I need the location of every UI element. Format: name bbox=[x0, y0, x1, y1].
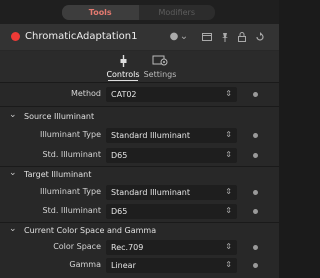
keyframe-dot[interactable] bbox=[253, 190, 258, 195]
keyframe-dot[interactable] bbox=[253, 153, 258, 158]
updown-arrows-icon: ⇕ bbox=[225, 89, 232, 98]
chevron-down-icon: ⌄ bbox=[9, 224, 17, 234]
updown-arrows-icon: ⇕ bbox=[225, 130, 232, 139]
divider bbox=[0, 106, 279, 107]
node-header[interactable]: ChromaticAdaptation1 ● ⌄ bbox=[0, 24, 279, 50]
window-icon[interactable] bbox=[201, 31, 213, 43]
section-source-illuminant[interactable]: ⌄ Source Illuminant bbox=[0, 109, 279, 126]
source-std-select[interactable]: D65 ⇕ bbox=[106, 148, 237, 163]
lock-icon[interactable] bbox=[236, 31, 248, 43]
gamma-row: Gamma Linear ⇕ bbox=[0, 257, 279, 274]
chevron-down-icon[interactable]: ⌄ bbox=[178, 31, 190, 43]
tab-settings-label: Settings bbox=[143, 70, 177, 79]
target-std-label: Std. Illuminant bbox=[42, 206, 101, 215]
node-name: ChromaticAdaptation1 bbox=[25, 31, 138, 42]
keyframe-dot[interactable] bbox=[253, 133, 258, 138]
chevron-down-icon: ⌄ bbox=[9, 110, 17, 120]
gamma-select[interactable]: Linear ⇕ bbox=[106, 258, 237, 273]
color-space-row: Color Space Rec.709 ⇕ bbox=[0, 239, 279, 256]
section-title: Source Illuminant bbox=[24, 112, 95, 121]
section-color-space-gamma[interactable]: ⌄ Current Color Space and Gamma bbox=[0, 223, 279, 240]
target-std-row: Std. Illuminant D65 ⇕ bbox=[0, 203, 279, 220]
source-std-label: Std. Illuminant bbox=[42, 150, 101, 159]
source-std-row: Std. Illuminant D65 ⇕ bbox=[0, 147, 279, 164]
updown-arrows-icon: ⇕ bbox=[225, 260, 232, 269]
updown-arrows-icon: ⇕ bbox=[225, 206, 232, 215]
chevron-down-icon: ⌄ bbox=[9, 168, 17, 178]
source-type-label: Illuminant Type bbox=[40, 130, 101, 139]
reset-icon[interactable] bbox=[254, 31, 266, 43]
source-type-value: Standard Illuminant bbox=[111, 131, 191, 140]
node-enable-toggle[interactable] bbox=[11, 32, 20, 41]
target-std-value: D65 bbox=[111, 207, 128, 216]
method-label: Method bbox=[70, 89, 101, 98]
keyframe-dot[interactable] bbox=[253, 209, 258, 214]
tab-modifiers[interactable]: Modifiers bbox=[139, 5, 216, 20]
target-std-select[interactable]: D65 ⇕ bbox=[106, 204, 237, 219]
gamma-label: Gamma bbox=[69, 260, 101, 269]
color-space-label: Color Space bbox=[53, 242, 101, 251]
section-target-illuminant[interactable]: ⌄ Target Illuminant bbox=[0, 167, 279, 184]
inspector-panel: Tools Modifiers ChromaticAdaptation1 ● ⌄ bbox=[0, 0, 279, 278]
target-type-select[interactable]: Standard Illuminant ⇕ bbox=[106, 185, 237, 200]
target-type-value: Standard Illuminant bbox=[111, 188, 191, 197]
keyframe-dot[interactable] bbox=[253, 92, 258, 97]
pin-icon[interactable] bbox=[219, 31, 231, 43]
method-row: Method CAT02 ⇕ bbox=[0, 86, 279, 103]
settings-icon bbox=[152, 55, 168, 66]
tab-controls[interactable]: Controls bbox=[102, 53, 144, 81]
color-space-select[interactable]: Rec.709 ⇕ bbox=[106, 240, 237, 255]
updown-arrows-icon: ⇕ bbox=[225, 242, 232, 251]
source-std-value: D65 bbox=[111, 151, 128, 160]
updown-arrows-icon: ⇕ bbox=[225, 150, 232, 159]
section-title: Target Illuminant bbox=[24, 170, 92, 179]
controls-icon bbox=[120, 55, 127, 67]
keyframe-dot[interactable] bbox=[253, 263, 258, 268]
keyframe-dot[interactable] bbox=[253, 245, 258, 250]
gamma-value: Linear bbox=[111, 261, 136, 270]
source-type-row: Illuminant Type Standard Illuminant ⇕ bbox=[0, 127, 279, 144]
target-type-label: Illuminant Type bbox=[40, 187, 101, 196]
method-value: CAT02 bbox=[111, 90, 137, 99]
section-title: Current Color Space and Gamma bbox=[24, 226, 157, 235]
color-space-value: Rec.709 bbox=[111, 243, 144, 252]
mode-tabs: Tools Modifiers bbox=[62, 5, 215, 20]
active-tab-underline bbox=[108, 80, 138, 81]
inspector-top-bar: Tools Modifiers bbox=[0, 0, 279, 24]
source-type-select[interactable]: Standard Illuminant ⇕ bbox=[106, 128, 237, 143]
tab-settings[interactable]: Settings bbox=[139, 53, 181, 81]
target-type-row: Illuminant Type Standard Illuminant ⇕ bbox=[0, 184, 279, 201]
tab-controls-label: Controls bbox=[106, 70, 140, 79]
updown-arrows-icon: ⇕ bbox=[225, 187, 232, 196]
divider bbox=[0, 82, 279, 83]
tab-tools[interactable]: Tools bbox=[62, 5, 139, 20]
method-select[interactable]: CAT02 ⇕ bbox=[106, 87, 237, 102]
panel-tabs: Controls Settings bbox=[0, 51, 279, 82]
